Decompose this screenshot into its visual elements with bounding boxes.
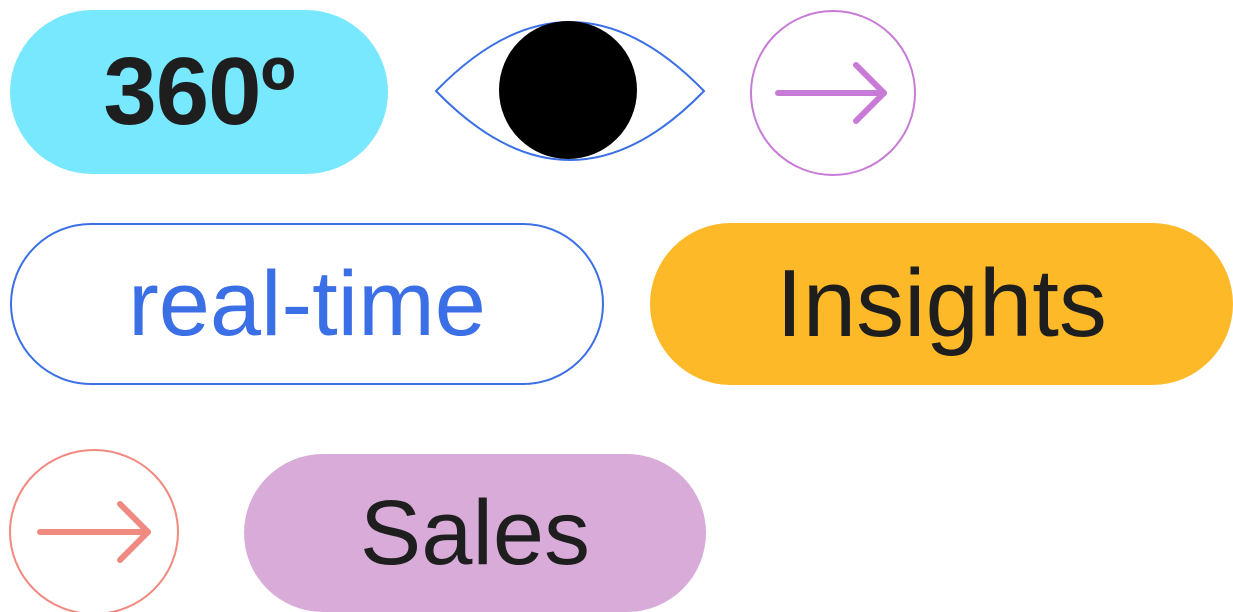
arrow-right-circle-icon bbox=[750, 10, 916, 176]
badge-sales: Sales bbox=[244, 454, 706, 612]
badge-real-time-label: real-time bbox=[128, 252, 486, 355]
badge-360: 360º bbox=[10, 10, 388, 174]
eye-pupil bbox=[499, 21, 637, 159]
badge-sales-label: Sales bbox=[359, 481, 591, 584]
badge-insights-label: Insights bbox=[776, 250, 1107, 357]
arrow-right-circle-icon bbox=[9, 449, 179, 612]
badge-360-label: 360º bbox=[103, 38, 295, 145]
eye-icon bbox=[434, 21, 706, 161]
badge-real-time: real-time bbox=[10, 223, 604, 385]
badge-insights: Insights bbox=[650, 223, 1233, 385]
